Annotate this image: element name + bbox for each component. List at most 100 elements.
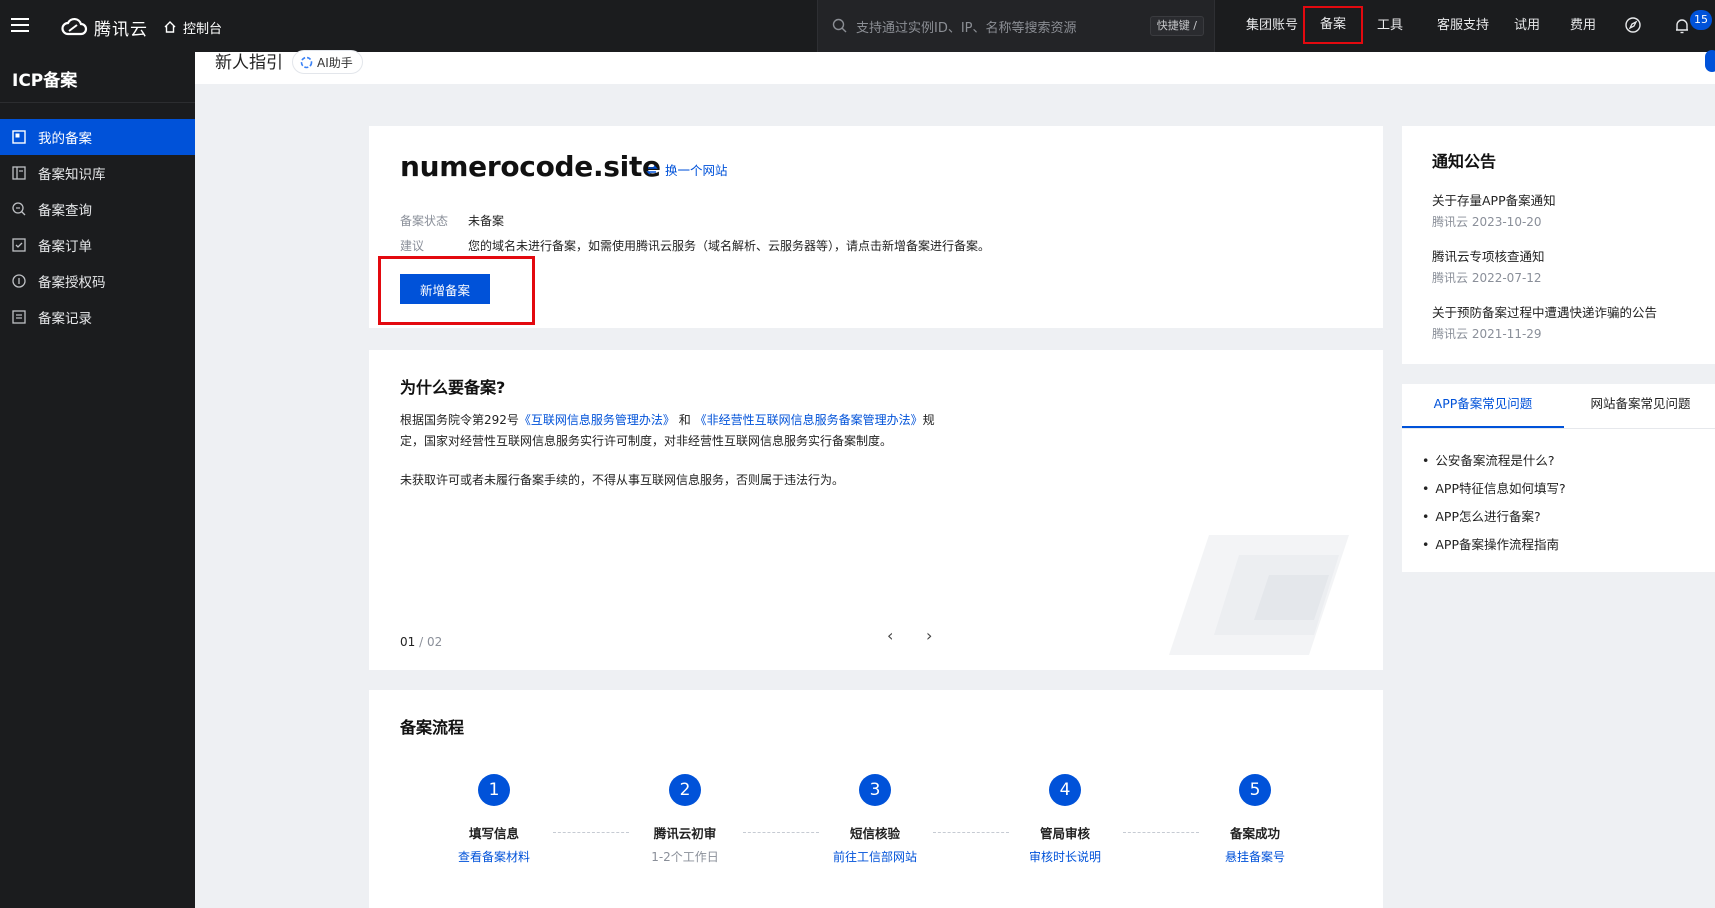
step-title: 短信核验 <box>849 826 900 841</box>
top-navigation-bar: 腾讯云 控制台 支持通过实例ID、IP、名称等搜索资源 快捷键 / 集团账号 备… <box>0 0 1715 52</box>
highlight-annotation-box <box>378 256 535 325</box>
hamburger-menu-icon[interactable] <box>9 14 31 36</box>
advice-value: 您的域名未进行备案，如需使用腾讯云服务（域名解析、云服务器等），请点击新增备案进… <box>468 239 991 253</box>
auth-code-icon <box>12 274 26 288</box>
sidebar-divider <box>0 102 195 103</box>
nav-filing[interactable]: 备案 <box>1303 6 1363 44</box>
switch-site-link[interactable]: 换一个网站 <box>645 160 728 179</box>
notice-item-title: 关于存量APP备案通知 <box>1432 193 1556 208</box>
page-current: 01 <box>400 635 416 649</box>
notice-item-title: 腾讯云专项核查通知 <box>1432 249 1545 264</box>
filing-process-card: 备案流程 1 填写信息 查看备案材料 2 腾讯云初审 1-2个工作日 3 短信核… <box>369 690 1383 908</box>
notice-item-meta: 腾讯云 2022-07-12 <box>1432 271 1542 285</box>
ai-assistant-button[interactable]: AI助手 <box>292 50 363 74</box>
console-link[interactable]: 控制台 <box>163 16 222 38</box>
why-filing-card: 为什么要备案? 根据国务院令第292号《互联网信息服务管理办法》 和 《非经营性… <box>369 350 1383 670</box>
resource-search-input[interactable]: 支持通过实例ID、IP、名称等搜索资源 快捷键 / <box>817 0 1215 52</box>
sidebar: ICP备案 我的备案 备案知识库 备案查询 备案订单 备案授权码 备案记录 <box>0 52 195 908</box>
regulation-link-2[interactable]: 《非经营性互联网信息服务备案管理办法》 <box>695 413 923 427</box>
nav-billing[interactable]: 费用 <box>1561 0 1605 52</box>
step-title: 管局审核 <box>1039 826 1090 841</box>
tencent-cloud-logo[interactable]: 腾讯云 <box>60 14 148 40</box>
carousel-prev-button[interactable]: ‹ <box>887 626 893 645</box>
process-step-3: 3 短信核验 前往工信部网站 <box>815 774 935 865</box>
sidebar-item-order[interactable]: 备案订单 <box>0 227 195 263</box>
sidebar-item-label: 备案授权码 <box>38 275 106 291</box>
step-title: 填写信息 <box>468 826 519 841</box>
switch-icon <box>646 164 658 175</box>
notice-item[interactable]: 关于预防备案过程中遭遇快递诈骗的公告 腾讯云 2021-11-29 <box>1432 302 1657 342</box>
floating-side-button[interactable] <box>1705 50 1715 72</box>
step-link[interactable]: 审核时长说明 <box>1005 848 1125 865</box>
tab-app-faq[interactable]: APP备案常见问题 <box>1402 384 1564 428</box>
regulation-link-1[interactable]: 《互联网信息服务管理办法》 <box>519 413 675 427</box>
step-link[interactable]: 前往工信部网站 <box>815 848 935 865</box>
logo-text: 腾讯云 <box>94 19 148 40</box>
faq-item[interactable]: APP备案操作流程指南 <box>1422 534 1559 553</box>
process-step-4: 4 管局审核 审核时长说明 <box>1005 774 1125 865</box>
regulation-text: 和 <box>678 413 691 427</box>
warning-paragraph: 未获取许可或者未履行备案手续的，不得从事互联网信息服务，否则属于违法行为。 <box>400 473 845 487</box>
nav-group-account[interactable]: 集团账号 <box>1232 0 1312 52</box>
notice-item[interactable]: 关于存量APP备案通知 腾讯云 2023-10-20 <box>1432 190 1556 230</box>
sidebar-item-query[interactable]: 备案查询 <box>0 191 195 227</box>
sidebar-item-label: 我的备案 <box>38 131 92 147</box>
decorative-watermark-graphic <box>1169 535 1349 655</box>
notification-badge: 15 <box>1690 10 1712 30</box>
tab-divider <box>1402 428 1715 429</box>
nav-trial[interactable]: 试用 <box>1505 0 1549 52</box>
nav-tools[interactable]: 工具 <box>1368 0 1412 52</box>
notice-title: 通知公告 <box>1432 152 1497 171</box>
step-number: 2 <box>669 774 701 806</box>
step-title: 腾讯云初审 <box>653 826 717 841</box>
nav-customer-support[interactable]: 客服支持 <box>1423 0 1503 52</box>
faq-item[interactable]: 公安备案流程是什么? <box>1422 450 1554 469</box>
ai-sparkle-icon <box>300 56 313 68</box>
notice-item[interactable]: 腾讯云专项核查通知 腾讯云 2022-07-12 <box>1432 246 1545 286</box>
filing-status-label: 备案状态 <box>400 214 449 228</box>
notice-item-title: 关于预防备案过程中遭遇快递诈骗的公告 <box>1432 305 1658 320</box>
console-label: 控制台 <box>183 21 223 37</box>
process-step-2: 2 腾讯云初审 1-2个工作日 <box>625 774 745 865</box>
faq-item[interactable]: APP特征信息如何填写? <box>1422 478 1565 497</box>
knowledge-base-icon <box>12 166 26 180</box>
step-duration: 1-2个工作日 <box>651 850 719 864</box>
record-icon <box>12 310 26 324</box>
sidebar-title: ICP备案 <box>12 71 78 91</box>
regulation-text: 根据国务院令第292号 <box>400 413 519 427</box>
query-icon <box>12 202 26 216</box>
sidebar-item-knowledge-base[interactable]: 备案知识库 <box>0 155 195 191</box>
notice-card: 通知公告 关于存量APP备案通知 腾讯云 2023-10-20 腾讯云专项核查通… <box>1402 126 1715 364</box>
domain-status-card: numerocode.site 换一个网站 备案状态 未备案 建议 您的域名未进… <box>369 126 1383 328</box>
sidebar-item-label: 备案记录 <box>38 311 92 327</box>
notification-bell-icon[interactable] <box>1673 17 1691 35</box>
step-number: 1 <box>478 774 510 806</box>
my-filing-icon <box>12 130 26 144</box>
step-connector <box>933 832 1009 833</box>
tab-website-faq[interactable]: 网站备案常见问题 <box>1564 384 1715 428</box>
page-separator: / <box>415 635 427 649</box>
sidebar-item-my-filing[interactable]: 我的备案 <box>0 119 195 155</box>
order-icon <box>12 238 26 252</box>
cloud-logo-icon <box>61 17 88 36</box>
step-link[interactable]: 悬挂备案号 <box>1195 848 1315 865</box>
filing-process-title: 备案流程 <box>400 718 465 737</box>
step-number: 4 <box>1049 774 1081 806</box>
sidebar-item-auth-code[interactable]: 备案授权码 <box>0 263 195 299</box>
domain-name: numerocode.site <box>400 150 661 183</box>
compass-icon[interactable] <box>1624 16 1642 34</box>
switch-site-label: 换一个网站 <box>665 163 728 178</box>
notice-item-meta: 腾讯云 2023-10-20 <box>1432 215 1542 229</box>
step-title: 备案成功 <box>1229 826 1280 841</box>
page-total: 02 <box>426 635 443 649</box>
step-link[interactable]: 查看备案材料 <box>434 848 554 865</box>
sidebar-item-label: 备案查询 <box>38 203 92 219</box>
carousel-next-button[interactable]: › <box>926 626 932 645</box>
ai-assistant-label: AI助手 <box>317 55 353 70</box>
sidebar-item-record[interactable]: 备案记录 <box>0 299 195 335</box>
faq-card: APP备案常见问题 网站备案常见问题 公安备案流程是什么? APP特征信息如何填… <box>1402 384 1715 572</box>
advice-label: 建议 <box>400 239 425 253</box>
process-step-1: 1 填写信息 查看备案材料 <box>434 774 554 865</box>
home-icon <box>164 21 176 33</box>
faq-item[interactable]: APP怎么进行备案? <box>1422 506 1540 525</box>
